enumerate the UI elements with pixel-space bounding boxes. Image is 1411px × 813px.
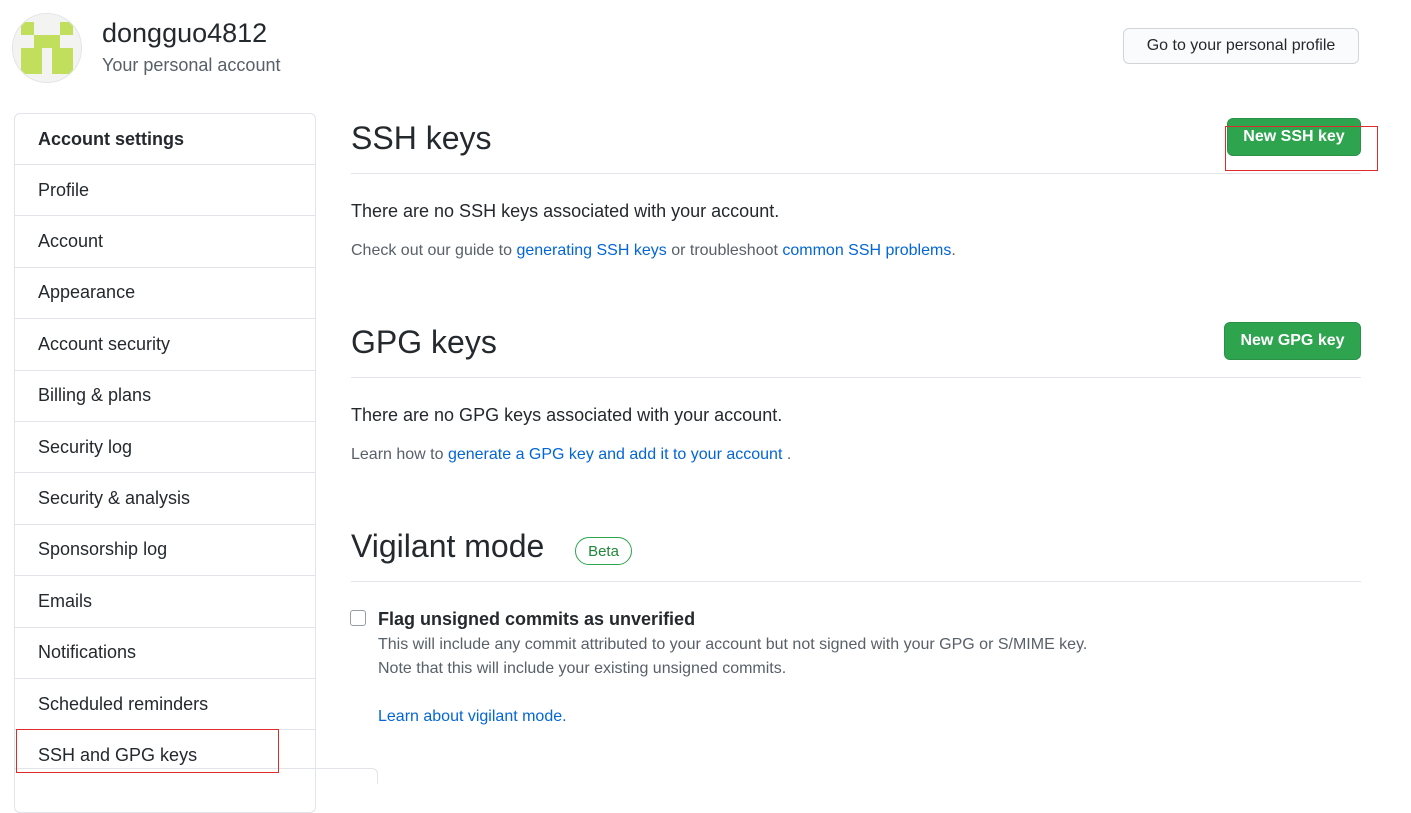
divider [351,581,1361,582]
help-suffix: . [951,242,956,259]
sidebar-item-label: Notifications [38,642,137,663]
flag-unsigned-commits-checkbox[interactable] [350,610,366,626]
sidebar-item-scheduled-reminders[interactable]: Scheduled reminders [15,679,315,731]
beta-badge: Beta [575,537,632,565]
gpg-help-text: Learn how to generate a GPG key and add … [351,446,791,464]
gpg-keys-heading: GPG keys [351,324,497,360]
sidebar-item-security-log[interactable]: Security log [15,422,315,474]
generate-gpg-key-link[interactable]: generate a GPG key and add it to your ac… [448,446,782,463]
sidebar-item-account[interactable]: Account [15,216,315,268]
settings-sidebar: Account settings Profile Account Appeara… [14,113,316,813]
divider [351,173,1361,174]
generating-ssh-keys-link[interactable]: generating SSH keys [516,242,666,259]
ssh-empty-text: There are no SSH keys associated with yo… [351,201,780,221]
sidebar-item-sponsorship-log[interactable]: Sponsorship log [15,525,315,577]
sidebar-item-label: Security & analysis [38,488,191,509]
vigilant-description-line1: This will include any commit attributed … [378,636,1088,653]
sidebar-item-profile[interactable]: Profile [15,165,315,217]
button-highlight [1225,126,1378,171]
avatar[interactable] [12,13,82,83]
sidebar-item-label: Sponsorship log [38,539,168,560]
help-mid: or troubleshoot [666,242,783,259]
sidebar-item-label: Billing & plans [38,385,152,406]
sidebar-item-label: Appearance [38,282,136,303]
ssh-help-text: Check out our guide to generating SSH ke… [351,242,956,260]
sidebar-item-label: Profile [38,179,90,200]
sidebar-item-emails[interactable]: Emails [15,576,315,628]
sidebar-item-label: Emails [38,590,93,611]
sidebar-heading: Account settings [15,114,315,165]
sidebar-item-appearance[interactable]: Appearance [15,268,315,320]
checkbox-label[interactable]: Flag unsigned commits as unverified [378,609,695,630]
vigilant-mode-heading: Vigilant mode [351,528,545,564]
go-to-profile-button[interactable]: Go to your personal profile [1123,28,1359,64]
vigilant-description-line2: Note that this will include your existin… [378,660,787,677]
help-suffix: . [782,446,792,463]
username: dongguo4812 [102,18,268,48]
sidebar-item-security-analysis[interactable]: Security & analysis [15,473,315,525]
sidebar-item-account-security[interactable]: Account security [15,319,315,371]
gpg-empty-text: There are no GPG keys associated with yo… [351,405,783,425]
help-prefix: Check out our guide to [351,242,517,259]
divider [351,377,1361,378]
sidebar-item-billing[interactable]: Billing & plans [15,371,315,422]
sidebar-item-label: Account security [38,333,171,354]
help-prefix: Learn how to [351,446,448,463]
sidebar-item-label: Security log [38,436,133,457]
ssh-keys-heading: SSH keys [351,120,492,156]
selection-highlight [16,729,279,773]
sidebar-item-label: Scheduled reminders [38,693,209,714]
common-ssh-problems-link[interactable]: common SSH problems [782,242,951,259]
identicon-icon [13,14,81,82]
account-subtitle: Your personal account [102,55,281,75]
learn-vigilant-mode-link[interactable]: Learn about vigilant mode. [378,708,567,726]
sidebar-item-label: Account [38,231,104,252]
new-gpg-key-button[interactable]: New GPG key [1224,322,1361,360]
sidebar-item-notifications[interactable]: Notifications [15,628,315,679]
